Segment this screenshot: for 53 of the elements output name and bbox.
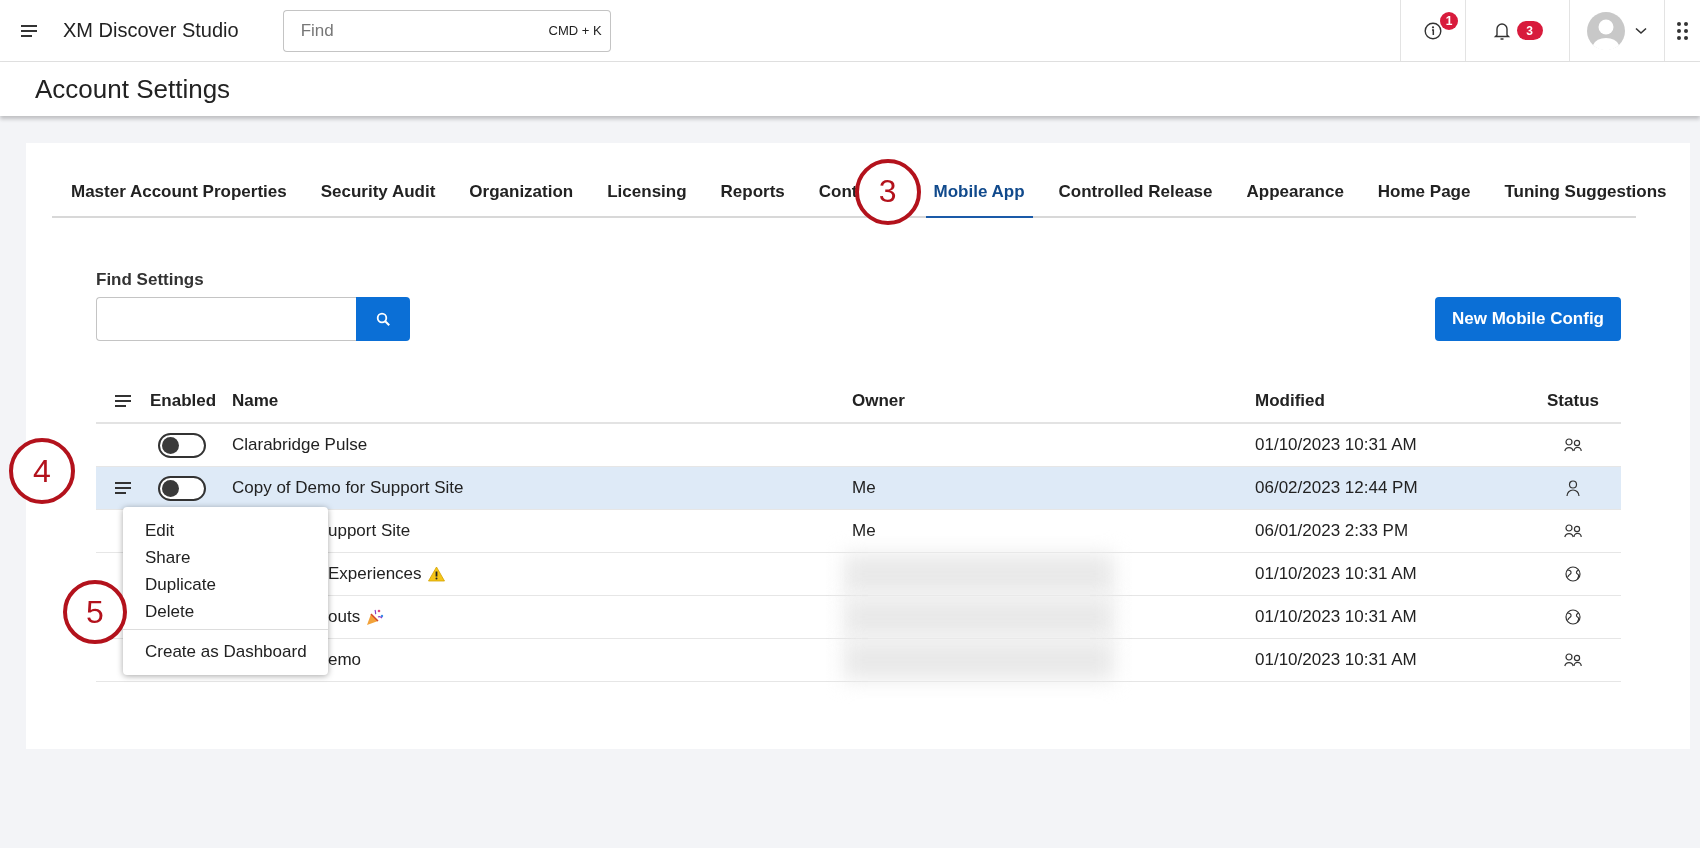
info-icon[interactable] bbox=[1424, 21, 1442, 40]
notification-badge: 1 bbox=[1440, 12, 1458, 30]
menu-icon[interactable] bbox=[20, 22, 38, 39]
tab[interactable]: Tuning Suggestions bbox=[1504, 167, 1667, 218]
table-cell: Me bbox=[852, 478, 876, 497]
menu-item[interactable]: Create as Dashboard bbox=[145, 642, 307, 661]
column-header: Status bbox=[1547, 390, 1599, 410]
toggle-switch[interactable] bbox=[158, 432, 206, 458]
tab[interactable]: Security Audit bbox=[320, 167, 436, 218]
new-config-button[interactable]: New Mobile Config bbox=[1434, 297, 1621, 341]
row-menu-icon[interactable] bbox=[114, 480, 132, 496]
table-cell: 01/10/2023 10:31 AM bbox=[1255, 435, 1417, 454]
tab[interactable]: Appearance bbox=[1246, 167, 1344, 218]
tab[interactable]: Reports bbox=[720, 167, 785, 218]
page-title: Account Settings bbox=[34, 73, 231, 106]
tab[interactable]: Mobile App bbox=[925, 167, 1033, 218]
column-header: Modified bbox=[1255, 390, 1325, 410]
apps-icon[interactable] bbox=[1676, 20, 1688, 41]
table-cell: 01/10/2023 10:31 AM bbox=[1255, 650, 1417, 669]
menu-item[interactable]: Edit bbox=[145, 521, 175, 540]
toggle-switch[interactable] bbox=[158, 475, 206, 501]
table-cell: 06/02/2023 12:44 PM bbox=[1255, 478, 1418, 497]
table-cell: Copy of Demo for Support Site bbox=[232, 478, 464, 498]
tab[interactable]: Organization bbox=[469, 167, 574, 218]
table-cell: Clarabridge Pulse bbox=[232, 435, 368, 455]
search-button[interactable] bbox=[356, 297, 410, 341]
table-cell: upport Site bbox=[328, 521, 411, 541]
column-header: Owner bbox=[852, 390, 905, 410]
tab[interactable]: Master Account Properties bbox=[71, 167, 287, 218]
table-cell: Me bbox=[852, 521, 876, 540]
tab[interactable]: Controlled Release bbox=[1058, 167, 1213, 218]
table-cell: Experiences bbox=[328, 564, 422, 584]
caret-icon bbox=[1635, 26, 1647, 35]
step-marker: 4 bbox=[9, 438, 75, 504]
column-header: Name bbox=[232, 390, 279, 410]
column-header: Enabled bbox=[150, 390, 217, 410]
menu-item[interactable]: Delete bbox=[145, 602, 195, 621]
table-cell: outs bbox=[328, 607, 361, 627]
tab[interactable]: Home Page bbox=[1377, 167, 1471, 218]
table-cell: emo bbox=[328, 650, 362, 670]
tab[interactable]: Licensing bbox=[607, 167, 687, 218]
bell-icon[interactable] bbox=[1492, 20, 1511, 41]
menu-item[interactable]: Duplicate bbox=[145, 575, 216, 594]
column-menu-icon[interactable] bbox=[114, 392, 132, 409]
search-field[interactable] bbox=[96, 297, 356, 341]
field-label: Find Settings bbox=[96, 270, 205, 290]
table-cell: 01/10/2023 10:31 AM bbox=[1255, 564, 1417, 583]
table-cell: 01/10/2023 10:31 AM bbox=[1255, 607, 1417, 626]
app-title: XM Discover Studio bbox=[63, 19, 239, 42]
notification-badge: 3 bbox=[1516, 21, 1543, 40]
search-icon bbox=[376, 312, 390, 326]
table-cell: 06/01/2023 2:33 PM bbox=[1255, 521, 1409, 540]
menu-item[interactable]: Share bbox=[145, 548, 191, 567]
